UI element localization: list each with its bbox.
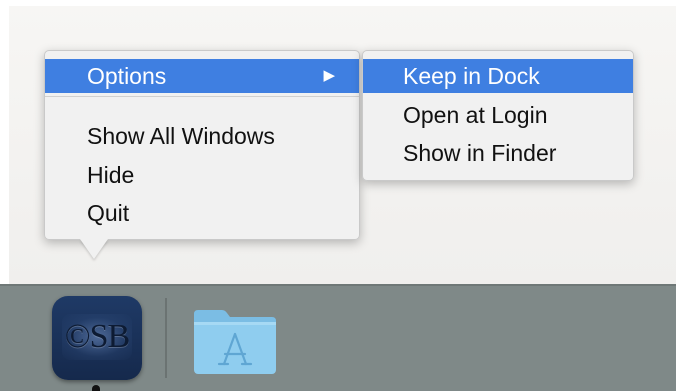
menu-item-hide[interactable]: Hide	[45, 158, 359, 192]
menu-item-label: Options	[87, 63, 167, 89]
dock-context-menu: Options ▶ Show All Windows Hide Quit	[44, 50, 360, 240]
submenu-item-keep-in-dock[interactable]: Keep in Dock	[363, 59, 633, 93]
dock-divider	[165, 298, 167, 378]
dock-edge	[0, 284, 676, 286]
menu-item-label: Hide	[87, 162, 135, 188]
running-indicator	[92, 385, 100, 391]
menu-item-label: Show in Finder	[403, 140, 557, 166]
submenu-arrow-icon: ▶	[323, 67, 335, 84]
dock: ©SB	[0, 284, 676, 391]
desktop: Options ▶ Show All Windows Hide Quit Kee…	[0, 0, 676, 391]
csb-app-icon[interactable]: ©SB	[52, 296, 142, 380]
menu-separator	[45, 96, 359, 97]
menu-pointer-tail	[80, 239, 108, 259]
menu-item-quit[interactable]: Quit	[45, 196, 359, 230]
applications-folder-icon[interactable]	[192, 304, 278, 376]
menu-item-label: Open at Login	[403, 102, 548, 128]
app-logo-text: ©SB	[64, 318, 130, 355]
submenu-item-open-at-login[interactable]: Open at Login	[363, 98, 633, 132]
menu-item-show-all-windows[interactable]: Show All Windows	[45, 119, 359, 153]
menu-item-label: Quit	[87, 200, 130, 226]
menu-item-label: Keep in Dock	[403, 63, 540, 89]
top-border	[0, 0, 676, 6]
options-submenu: Keep in Dock Open at Login Show in Finde…	[362, 50, 634, 181]
submenu-item-show-in-finder[interactable]: Show in Finder	[363, 136, 633, 170]
menu-item-label: Show All Windows	[87, 123, 275, 149]
menu-item-options[interactable]: Options ▶	[45, 59, 359, 93]
